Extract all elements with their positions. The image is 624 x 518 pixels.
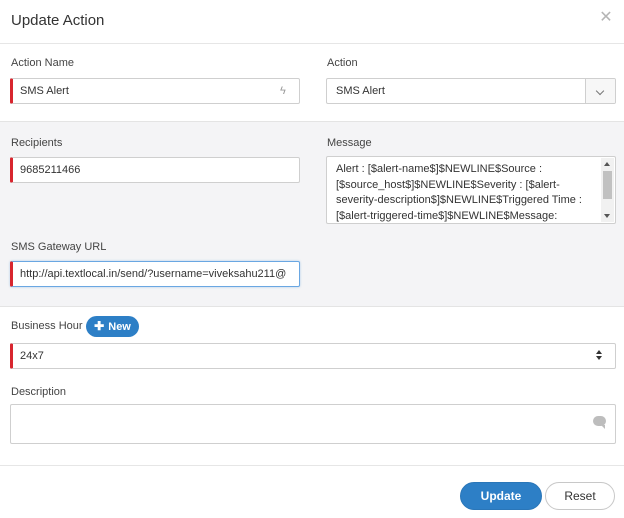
select-arrows-icon[interactable]	[596, 349, 604, 363]
chevron-down-icon	[595, 86, 605, 96]
new-business-hour-button[interactable]: ✚ New	[86, 316, 139, 337]
action-name-label: Action Name	[11, 57, 74, 69]
description-label: Description	[11, 386, 67, 398]
scroll-thumb[interactable]	[603, 171, 612, 199]
message-value: Alert : [$alert-name$]$NEWLINE$Source : …	[336, 163, 582, 222]
action-name-input[interactable]: SMS Alert ϟ	[10, 78, 300, 104]
action-section: Action Name SMS Alert ϟ Action SMS Alert	[0, 45, 624, 121]
dialog-footer: Update Reset	[0, 465, 624, 518]
update-action-dialog: Update Action ✕ Action Name SMS Alert ϟ …	[0, 0, 624, 518]
action-name-value: SMS Alert	[20, 85, 69, 97]
business-hour-select[interactable]: 24x7	[10, 343, 616, 369]
description-textarea[interactable]	[10, 404, 616, 444]
sms-gateway-label: SMS Gateway URL	[11, 241, 107, 253]
comment-icon	[593, 416, 606, 429]
sms-section: Recipients 9685211466 Message Alert : [$…	[0, 121, 624, 307]
close-icon[interactable]: ✕	[598, 10, 614, 26]
business-hour-value: 24x7	[20, 350, 44, 362]
reset-button[interactable]: Reset	[545, 482, 615, 510]
recipients-value: 9685211466	[20, 164, 81, 176]
action-label: Action	[327, 57, 358, 69]
dialog-header: Update Action ✕	[0, 0, 624, 44]
business-section: Business Hour ✚ New 24x7 Description	[0, 307, 624, 465]
bolt-icon[interactable]: ϟ	[280, 85, 290, 97]
update-button[interactable]: Update	[460, 482, 542, 510]
action-select-value: SMS Alert	[336, 85, 385, 97]
recipients-label: Recipients	[11, 137, 63, 149]
plus-icon: ✚	[94, 319, 105, 333]
message-scrollbar[interactable]	[601, 158, 614, 222]
business-hour-label: Business Hour	[11, 320, 83, 332]
sms-gateway-url-value: http://api.textlocal.in/send/?username=v…	[20, 268, 287, 280]
message-label: Message	[327, 137, 372, 149]
action-dropdown-button[interactable]	[585, 79, 615, 103]
scroll-up-icon[interactable]	[604, 162, 610, 166]
action-select[interactable]: SMS Alert	[326, 78, 616, 104]
dialog-title: Update Action	[11, 12, 105, 29]
scroll-down-icon[interactable]	[604, 214, 610, 218]
recipients-input[interactable]: 9685211466	[10, 157, 300, 183]
new-button-label: New	[108, 321, 131, 333]
message-textarea[interactable]: Alert : [$alert-name$]$NEWLINE$Source : …	[326, 156, 616, 224]
sms-gateway-url-input[interactable]: http://api.textlocal.in/send/?username=v…	[10, 261, 300, 287]
